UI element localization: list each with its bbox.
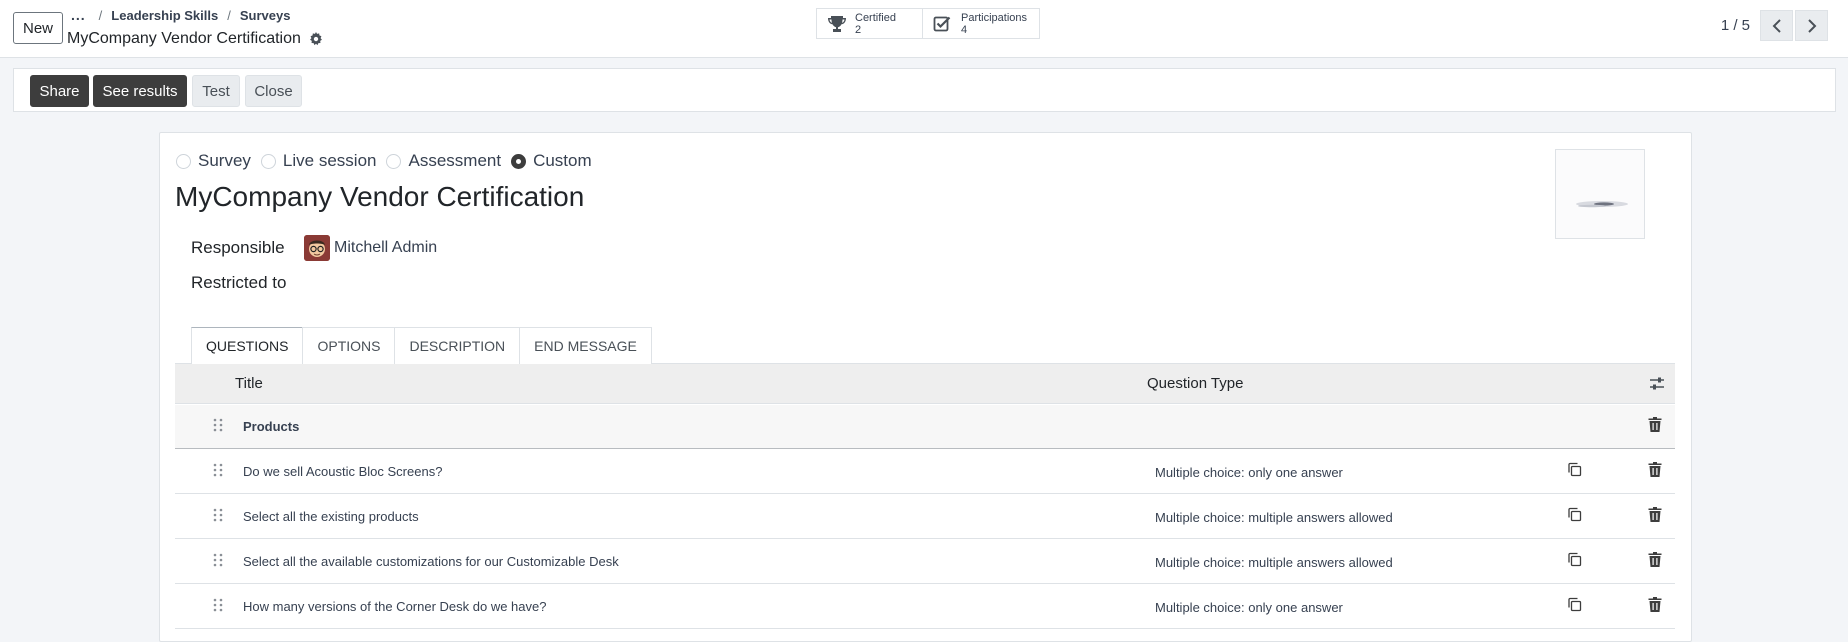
drag-handle-icon[interactable]: [213, 463, 223, 482]
tab-options[interactable]: OPTIONS: [302, 327, 396, 364]
participations-smart-button[interactable]: Participations 4: [922, 8, 1040, 39]
breadcrumb-leadership-skills[interactable]: Leadership Skills: [111, 8, 218, 23]
radio-circle: [386, 153, 402, 169]
breadcrumb-separator: /: [98, 7, 103, 23]
copy-icon[interactable]: [1567, 462, 1582, 482]
drag-handle-icon[interactable]: [213, 418, 223, 437]
delete-row-icon[interactable]: [1648, 462, 1662, 482]
radio-circle: [511, 153, 527, 169]
table-row[interactable]: Select all the existing products Multipl…: [175, 495, 1675, 539]
radio-custom-label: Custom: [533, 151, 592, 170]
trophy-icon: [828, 15, 846, 32]
row-title: Select all the existing products: [243, 509, 419, 524]
radio-live-session-label: Live session: [282, 151, 377, 170]
breadcrumb-surveys[interactable]: Surveys: [240, 8, 291, 23]
pager-previous-button[interactable]: [1760, 10, 1793, 41]
questions-table-header: Title Question Type: [175, 364, 1675, 404]
certified-count: 2: [855, 23, 862, 36]
form-sheet: Survey Live session Assessment Custom My…: [159, 132, 1692, 642]
new-button[interactable]: New: [13, 12, 63, 44]
table-row[interactable]: Select all the available customizations …: [175, 540, 1675, 584]
close-button[interactable]: Close: [245, 75, 302, 107]
tab-questions[interactable]: QUESTIONS: [191, 327, 304, 364]
restricted-to-field[interactable]: [304, 271, 704, 295]
chevron-right-icon: [1807, 18, 1816, 33]
delete-row-icon[interactable]: [1648, 417, 1662, 437]
delete-row-icon[interactable]: [1648, 552, 1662, 572]
notebook-tabs: QUESTIONS OPTIONS DESCRIPTION END MESSAG…: [191, 327, 652, 364]
table-row-section[interactable]: Products: [175, 405, 1675, 449]
status-bar: Share See results Test Close: [13, 68, 1836, 112]
survey-type-radio-group: Survey Live session Assessment Custom: [176, 151, 602, 171]
row-question-type: Multiple choice: only one answer: [1155, 465, 1343, 480]
certified-label: Certified: [855, 11, 896, 24]
survey-cover-image[interactable]: [1555, 149, 1645, 239]
drag-handle-icon[interactable]: [213, 508, 223, 527]
column-header-question-type[interactable]: Question Type: [1147, 375, 1243, 392]
participations-label: Participations: [961, 11, 1028, 24]
delete-row-icon[interactable]: [1648, 597, 1662, 617]
row-title: Products: [243, 419, 300, 434]
survey-title[interactable]: MyCompany Vendor Certification: [175, 181, 584, 213]
control-panel: New ... / Leadership Skills / Surveys My…: [0, 0, 1848, 58]
row-title: Select all the available customizations …: [243, 554, 619, 569]
see-results-button[interactable]: See results: [93, 75, 187, 107]
tab-end-message[interactable]: END MESSAGE: [519, 327, 652, 364]
share-button[interactable]: Share: [30, 75, 89, 107]
row-question-type: Multiple choice: only one answer: [1155, 600, 1343, 615]
row-question-type: Multiple choice: multiple answers allowe…: [1155, 510, 1393, 525]
participations-count: 4: [961, 23, 968, 36]
pager-value[interactable]: 1 / 5: [1721, 17, 1750, 34]
copy-icon[interactable]: [1567, 597, 1582, 617]
record-title-text: MyCompany Vendor Certification: [67, 30, 301, 47]
restricted-to-label: Restricted to: [191, 273, 287, 292]
radio-survey[interactable]: Survey: [176, 151, 251, 171]
radio-assessment[interactable]: Assessment: [386, 151, 501, 171]
table-row[interactable]: How many versions of the Corner Desk do …: [175, 585, 1675, 629]
optional-columns-toggle-icon[interactable]: [1649, 376, 1665, 397]
radio-circle: [260, 153, 276, 169]
chevron-left-icon: [1772, 18, 1781, 33]
radio-custom[interactable]: Custom: [511, 151, 592, 171]
responsible-label: Responsible: [191, 238, 285, 257]
row-title: Do we sell Acoustic Bloc Screens?: [243, 464, 443, 479]
test-button[interactable]: Test: [192, 75, 240, 107]
copy-icon[interactable]: [1567, 507, 1582, 527]
radio-survey-label: Survey: [198, 151, 251, 170]
delete-row-icon[interactable]: [1648, 507, 1662, 527]
radio-live-session[interactable]: Live session: [260, 151, 377, 171]
copy-icon[interactable]: [1567, 552, 1582, 572]
radio-circle: [176, 153, 191, 169]
checkbox-icon: [933, 16, 951, 31]
breadcrumb-more-button[interactable]: ...: [71, 7, 86, 23]
gear-icon[interactable]: [309, 32, 323, 46]
pager: 1 / 5: [1721, 10, 1828, 41]
breadcrumb: ... / Leadership Skills / Surveys: [71, 7, 290, 23]
responsible-field[interactable]: Mitchell Admin: [304, 235, 437, 261]
record-title: MyCompany Vendor Certification: [67, 30, 323, 48]
column-header-title[interactable]: Title: [235, 375, 263, 392]
row-title: How many versions of the Corner Desk do …: [243, 599, 547, 614]
certified-smart-button[interactable]: Certified 2: [816, 8, 923, 39]
drag-handle-icon[interactable]: [213, 598, 223, 617]
pager-next-button[interactable]: [1795, 10, 1828, 41]
table-row[interactable]: Do we sell Acoustic Bloc Screens? Multip…: [175, 450, 1675, 494]
row-question-type: Multiple choice: multiple answers allowe…: [1155, 555, 1393, 570]
avatar: [304, 235, 330, 261]
breadcrumb-separator: /: [227, 7, 231, 23]
responsible-name: Mitchell Admin: [334, 239, 438, 256]
tab-description[interactable]: DESCRIPTION: [394, 327, 521, 364]
drag-handle-icon[interactable]: [213, 553, 223, 572]
radio-assessment-label: Assessment: [408, 151, 502, 170]
